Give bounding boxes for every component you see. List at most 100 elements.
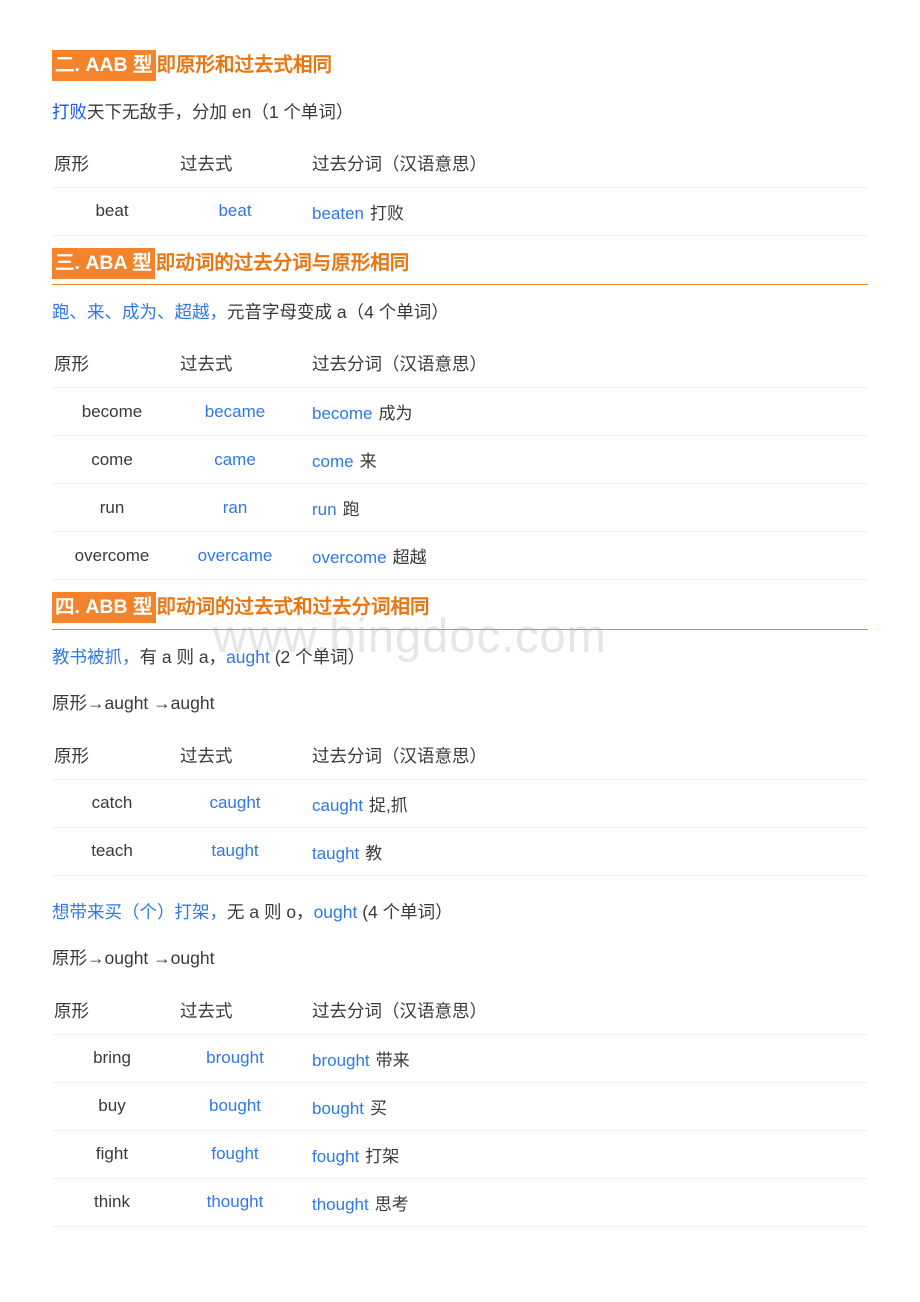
verb-table-aab: 原形 过去式 过去分词（汉语意思） beat beat beaten 打败 xyxy=(52,144,868,236)
group-intro-aught: 教书被抓，有 a 则 a，aught (2 个单词） xyxy=(52,647,868,668)
table-row: become became become 成为 xyxy=(52,387,868,436)
verb-participle: overcome xyxy=(312,548,387,567)
section-aab: 二. AAB 型即原形和过去式相同 打败天下无敌手，分加 en（1 个单词） 原… xyxy=(52,50,868,236)
section-intro-aba: 跑、来、成为、超越，元音字母变成 a（4 个单词） xyxy=(52,302,868,323)
table-row: run ran run 跑 xyxy=(52,483,868,532)
verb-participle: caught xyxy=(312,795,364,815)
intro-keyword: 教书被抓， xyxy=(52,646,140,667)
verb-meaning: 超越 xyxy=(392,548,427,567)
verb-past: brought xyxy=(172,1034,298,1083)
verb-meaning: 教 xyxy=(365,843,383,863)
section-abb: 四. ABB 型即动词的过去式和过去分词相同 教书被抓，有 a 则 a，augh… xyxy=(52,592,868,1227)
table-row: think thought thought 思考 xyxy=(52,1178,868,1227)
verb-participle: bought xyxy=(312,1098,364,1118)
verb-participle: taught xyxy=(312,843,360,863)
verb-table-aba: 原形 过去式 过去分词（汉语意思） become became become 成为… xyxy=(52,345,868,580)
verb-base: think xyxy=(52,1178,172,1227)
verb-meaning: 跑 xyxy=(342,500,360,519)
verb-past: fought xyxy=(172,1130,298,1179)
section-heading-abb: 四. ABB 型即动词的过去式和过去分词相同 xyxy=(52,592,868,623)
intro-keyword: 跑、来、成为、超越， xyxy=(52,302,227,322)
table-header-row: 原形 过去式 过去分词（汉语意思） xyxy=(52,736,868,780)
verb-base: overcome xyxy=(52,531,172,580)
verb-base: catch xyxy=(52,779,172,828)
section-heading-label: 四. ABB 型 xyxy=(52,592,156,623)
column-header-past: 过去式 xyxy=(172,345,298,388)
intro-suffix: ought xyxy=(313,901,358,922)
column-header-participle: 过去分词（汉语意思） xyxy=(298,736,868,780)
verb-past: thought xyxy=(172,1178,298,1227)
intro-rest: 天下无敌手，分加 en（1 个单词） xyxy=(87,101,354,122)
verb-past: ran xyxy=(172,483,298,532)
intro-keyword: 想带来买（个）打架， xyxy=(52,901,227,922)
table-header-row: 原形 过去式 过去分词（汉语意思） xyxy=(52,144,868,188)
intro-tail: (2 个单词） xyxy=(269,646,366,667)
section-heading-description: 即动词的过去分词与原形相同 xyxy=(155,251,410,274)
document-page: www.bingdoc.com 二. AAB 型即原形和过去式相同 打败天下无敌… xyxy=(0,0,920,1302)
table-header-row: 原形 过去式 过去分词（汉语意思） xyxy=(52,991,868,1035)
verb-meaning: 打败 xyxy=(370,203,404,223)
verb-participle: brought xyxy=(312,1050,370,1070)
verb-base: teach xyxy=(52,827,172,876)
verb-participle: fought xyxy=(312,1146,360,1166)
column-header-past: 过去式 xyxy=(172,144,298,188)
section-heading-description: 即动词的过去式和过去分词相同 xyxy=(156,596,430,618)
verb-base: buy xyxy=(52,1082,172,1131)
verb-past: beat xyxy=(172,187,298,236)
section-heading-aab: 二. AAB 型即原形和过去式相同 xyxy=(52,50,868,81)
table-header-row: 原形 过去式 过去分词（汉语意思） xyxy=(52,345,868,388)
verb-meaning: 来 xyxy=(359,452,377,471)
verb-past: came xyxy=(172,435,298,484)
verb-table-aught: 原形 过去式 过去分词（汉语意思） catch caught caught 捉,抓… xyxy=(52,736,868,876)
verb-participle: run xyxy=(312,500,337,519)
group-intro-ought: 想带来买（个）打架，无 a 则 o，ought (4 个单词） xyxy=(52,902,868,923)
verb-meaning: 捉,抓 xyxy=(369,795,408,815)
verb-base: fight xyxy=(52,1130,172,1179)
column-header-base: 原形 xyxy=(52,345,172,388)
section-heading-label: 三. ABA 型 xyxy=(52,247,155,279)
verb-participle: become xyxy=(312,404,373,423)
table-row: teach taught taught 教 xyxy=(52,827,868,876)
table-row: fight fought fought 打架 xyxy=(52,1130,868,1179)
verb-base: become xyxy=(52,387,172,436)
section-heading-aba: 三. ABA 型即动词的过去分词与原形相同 xyxy=(52,247,868,279)
verb-meaning: 买 xyxy=(370,1098,387,1118)
verb-meaning: 打架 xyxy=(365,1146,400,1166)
column-header-participle: 过去分词（汉语意思） xyxy=(298,345,868,388)
section-intro-aab: 打败天下无敌手，分加 en（1 个单词） xyxy=(52,102,868,123)
column-header-participle: 过去分词（汉语意思） xyxy=(298,144,868,188)
verb-participle: come xyxy=(312,452,354,471)
section-heading-description: 即原形和过去式相同 xyxy=(156,54,333,76)
verb-table-ought: 原形 过去式 过去分词（汉语意思） bring brought brought 带… xyxy=(52,991,868,1227)
column-header-participle: 过去分词（汉语意思） xyxy=(298,991,868,1035)
column-header-base: 原形 xyxy=(52,736,172,780)
verb-base: beat xyxy=(52,187,172,236)
intro-mid: 无 a 则 o， xyxy=(227,901,314,922)
table-row: bring brought brought 带来 xyxy=(52,1034,868,1083)
intro-mid: 有 a 则 a， xyxy=(139,646,227,667)
verb-meaning: 成为 xyxy=(378,404,413,423)
verb-base: come xyxy=(52,435,172,484)
intro-keyword: 打败 xyxy=(52,101,87,122)
table-row: beat beat beaten 打败 xyxy=(52,187,868,236)
verb-base: run xyxy=(52,483,172,532)
verb-meaning: 带来 xyxy=(375,1050,410,1070)
column-header-base: 原形 xyxy=(52,144,172,188)
section-heading-label: 二. AAB 型 xyxy=(52,50,156,81)
verb-participle: thought xyxy=(312,1194,369,1214)
document-content: 二. AAB 型即原形和过去式相同 打败天下无敌手，分加 en（1 个单词） 原… xyxy=(52,0,868,1227)
verb-meaning: 思考 xyxy=(374,1194,409,1214)
table-row: buy bought bought 买 xyxy=(52,1082,868,1131)
column-header-past: 过去式 xyxy=(172,736,298,780)
verb-participle: beaten xyxy=(312,203,364,223)
intro-suffix: aught xyxy=(226,646,270,667)
table-row: overcome overcame overcome 超越 xyxy=(52,531,868,580)
verb-past: taught xyxy=(172,827,298,876)
verb-past: became xyxy=(172,387,298,436)
verb-past: overcame xyxy=(172,531,298,580)
column-header-past: 过去式 xyxy=(172,991,298,1035)
verb-base: bring xyxy=(52,1034,172,1083)
intro-rest: 元音字母变成 a（4 个单词） xyxy=(227,302,449,322)
column-header-base: 原形 xyxy=(52,991,172,1035)
section-aba: 三. ABA 型即动词的过去分词与原形相同 跑、来、成为、超越，元音字母变成 a… xyxy=(52,247,868,580)
